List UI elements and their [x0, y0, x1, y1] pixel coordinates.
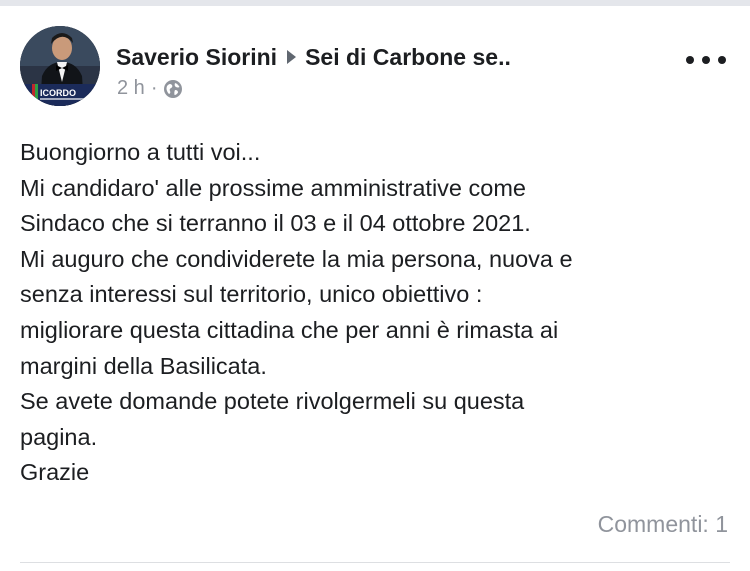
post-body-line: Sindaco che si terranno il 03 e il 04 ot… [20, 210, 531, 237]
post-timestamp[interactable]: 2 h [117, 77, 145, 100]
post-body: Buongiorno a tutti voi... Mi candidaro' … [20, 135, 730, 491]
post-body-line: Se avete domande potete rivolgermeli su … [20, 388, 525, 415]
post-meta: 2 h · [117, 77, 183, 100]
post-body-line: Buongiorno a tutti voi... [20, 139, 261, 165]
post-body-line: Mi auguro che condividerete la mia perso… [20, 245, 573, 272]
more-options-icon[interactable] [686, 50, 726, 70]
post-body-line: migliorare questa cittadina che per anni… [20, 316, 559, 343]
footer-divider [20, 562, 730, 563]
post-header-title: Saverio Siorini Sei di Carbone se.. [116, 42, 511, 72]
group-name[interactable]: Sei di Carbone se.. [305, 44, 511, 71]
post-card: ICORDO Saverio Siorini Sei di Carbone se… [0, 6, 750, 571]
more-dot [686, 56, 694, 64]
meta-separator: · [150, 77, 158, 99]
post-body-line: pagina. [20, 423, 98, 450]
avatar-logo-text: ICORDO [40, 88, 76, 98]
author-name[interactable]: Saverio Siorini [116, 44, 277, 71]
post-body-line: margini della Basilicata. [20, 352, 267, 379]
comments-count-link[interactable]: Commenti: 1 [598, 511, 728, 538]
caret-right-icon [287, 50, 297, 64]
post-body-line: senza interessi sul territorio, unico ob… [20, 281, 483, 308]
more-dot [702, 56, 710, 64]
avatar[interactable]: ICORDO [20, 26, 100, 106]
post-body-line: Mi candidaro' alle prossime amministrati… [20, 174, 526, 201]
globe-icon[interactable] [163, 79, 183, 99]
avatar-image: ICORDO [20, 26, 100, 106]
more-dot [718, 56, 726, 64]
post-body-line: Grazie [20, 459, 90, 486]
